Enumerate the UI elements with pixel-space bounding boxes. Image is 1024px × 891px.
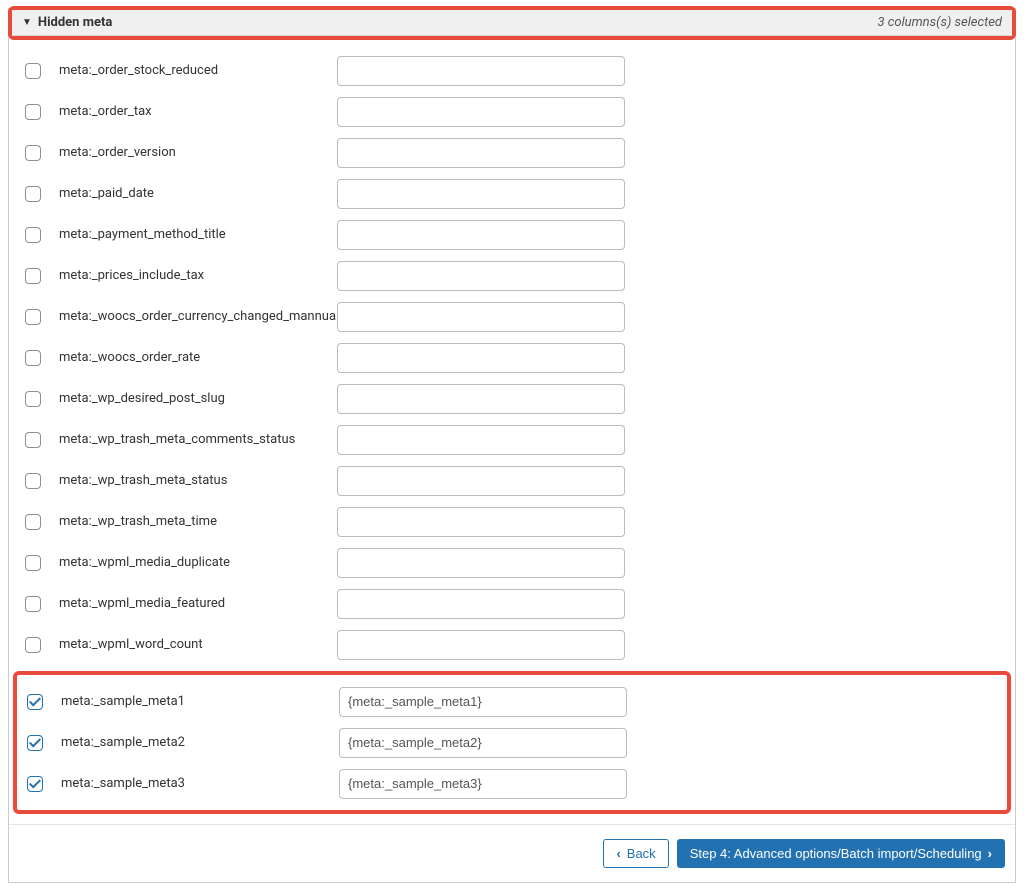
row-label: meta:_wp_trash_meta_time (59, 514, 337, 529)
row-checkbox[interactable] (27, 776, 43, 792)
row-value-input[interactable] (337, 97, 625, 127)
row-checkbox[interactable] (25, 350, 41, 366)
meta-row: meta:_wp_desired_post_slug (15, 378, 1009, 419)
meta-row: meta:_sample_meta3 (17, 763, 1007, 804)
row-checkbox[interactable] (25, 227, 41, 243)
row-checkbox[interactable] (25, 186, 41, 202)
row-checkbox[interactable] (25, 514, 41, 530)
meta-row: meta:_wpml_media_featured (15, 583, 1009, 624)
row-checkbox[interactable] (25, 596, 41, 612)
row-value-input[interactable] (337, 56, 625, 86)
row-label: meta:_wp_desired_post_slug (59, 391, 337, 406)
row-value-input[interactable] (337, 384, 625, 414)
meta-row: meta:_wp_trash_meta_time (15, 501, 1009, 542)
meta-row: meta:_sample_meta2 (17, 722, 1007, 763)
row-value-input[interactable] (339, 687, 627, 717)
meta-row: meta:_wp_trash_meta_status (15, 460, 1009, 501)
meta-row: meta:_payment_method_title (15, 214, 1009, 255)
next-step-button[interactable]: Step 4: Advanced options/Batch import/Sc… (677, 839, 1005, 868)
columns-selected-text: 3 columns(s) selected (878, 15, 1002, 30)
meta-row: meta:_sample_meta1 (17, 681, 1007, 722)
highlighted-rows: meta:_sample_meta1 meta:_sample_meta2meta… (13, 671, 1011, 814)
row-value-input[interactable] (337, 425, 625, 455)
row-value-input[interactable] (337, 261, 625, 291)
row-value-input[interactable] (339, 728, 627, 758)
row-value-input[interactable] (337, 343, 625, 373)
row-checkbox[interactable] (25, 391, 41, 407)
row-value-input[interactable] (337, 179, 625, 209)
section-title-text: Hidden meta (38, 15, 112, 30)
row-value-input[interactable] (337, 466, 625, 496)
row-value-input[interactable] (337, 548, 625, 578)
chevron-right-icon: › (988, 847, 992, 860)
row-value-input[interactable] (337, 630, 625, 660)
row-checkbox[interactable] (25, 268, 41, 284)
row-label: meta:_order_version (59, 145, 337, 160)
row-checkbox[interactable] (25, 145, 41, 161)
row-value-input[interactable] (337, 302, 625, 332)
row-label: meta:_paid_date (59, 186, 337, 201)
next-step-label: Step 4: Advanced options/Batch import/Sc… (690, 847, 982, 860)
row-label: meta:_prices_include_tax (59, 268, 337, 283)
row-checkbox[interactable] (25, 432, 41, 448)
hidden-meta-panel: ▼ Hidden meta 3 columns(s) selected meta… (8, 8, 1016, 883)
row-label: meta:_wp_trash_meta_comments_status (59, 432, 337, 447)
row-checkbox[interactable] (25, 637, 41, 653)
section-header-highlight: ▼ Hidden meta 3 columns(s) selected (8, 6, 1016, 40)
row-label: meta:_wpml_word_count (59, 637, 337, 652)
row-label: meta:_woocs_order_rate (59, 350, 337, 365)
row-label: meta:_sample_meta2 (61, 735, 339, 750)
row-label: meta:_sample_meta1 (61, 694, 339, 709)
row-label: meta:_payment_method_title (59, 227, 337, 242)
footer-bar: ‹ Back Step 4: Advanced options/Batch im… (9, 824, 1015, 882)
row-checkbox[interactable] (25, 309, 41, 325)
row-label: meta:_order_tax (59, 104, 337, 119)
meta-row: meta:_woocs_order_rate (15, 337, 1009, 378)
row-value-input[interactable] (337, 589, 625, 619)
back-button[interactable]: ‹ Back (603, 839, 668, 868)
meta-row: meta:_prices_include_tax (15, 255, 1009, 296)
row-label: meta:_wp_trash_meta_status (59, 473, 337, 488)
meta-row: meta:_order_tax (15, 91, 1009, 132)
row-value-input[interactable] (337, 220, 625, 250)
meta-rows: meta:_order_stock_reduced meta:_order_tax… (9, 46, 1015, 669)
row-checkbox[interactable] (27, 694, 43, 710)
row-checkbox[interactable] (27, 735, 43, 751)
row-checkbox[interactable] (25, 63, 41, 79)
meta-row: meta:_woocs_order_currency_changed_mannu… (15, 296, 1009, 337)
meta-row: meta:_wpml_word_count (15, 624, 1009, 665)
section-header[interactable]: ▼ Hidden meta 3 columns(s) selected (12, 10, 1012, 36)
meta-row: meta:_order_version (15, 132, 1009, 173)
row-label: meta:_wpml_media_featured (59, 596, 337, 611)
row-checkbox[interactable] (25, 473, 41, 489)
row-label: meta:_woocs_order_currency_changed_mannu… (59, 309, 337, 324)
row-value-input[interactable] (337, 138, 625, 168)
row-checkbox[interactable] (25, 104, 41, 120)
meta-row: meta:_wpml_media_duplicate (15, 542, 1009, 583)
row-label: meta:_wpml_media_duplicate (59, 555, 337, 570)
meta-row: meta:_paid_date (15, 173, 1009, 214)
meta-row: meta:_wp_trash_meta_comments_status (15, 419, 1009, 460)
row-label: meta:_order_stock_reduced (59, 63, 337, 78)
chevron-left-icon: ‹ (616, 847, 620, 860)
chevron-down-icon: ▼ (22, 18, 32, 28)
back-button-label: Back (627, 847, 656, 860)
row-value-input[interactable] (337, 507, 625, 537)
meta-row: meta:_order_stock_reduced (15, 50, 1009, 91)
row-checkbox[interactable] (25, 555, 41, 571)
row-label: meta:_sample_meta3 (61, 776, 339, 791)
row-value-input[interactable] (339, 769, 627, 799)
